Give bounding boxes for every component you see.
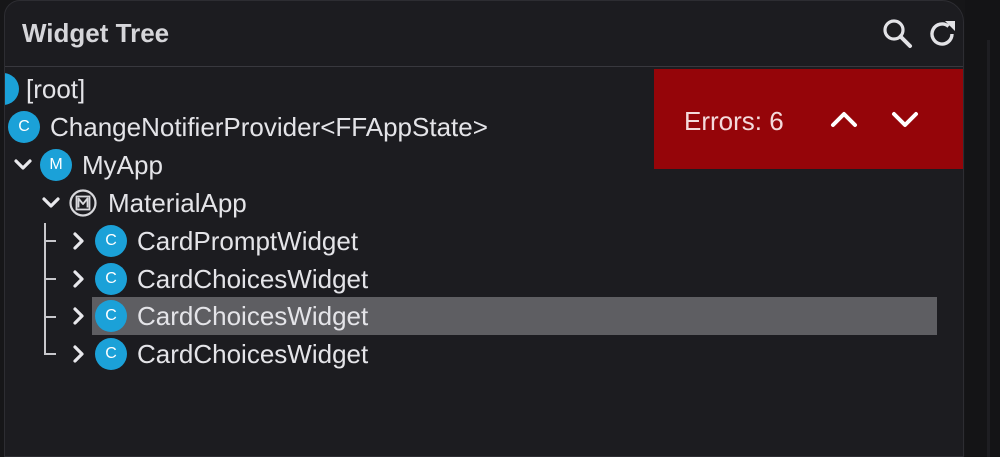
errors-count: Errors: 6 [684,106,784,136]
chevron-right-icon[interactable] [67,305,89,327]
panel-title: Widget Tree [22,18,170,48]
chevron-right-icon[interactable] [67,268,89,290]
badge-icon: C [95,300,127,332]
previous-error-button[interactable] [826,101,862,137]
material-app-icon [68,188,98,218]
refresh-icon [930,21,955,46]
node-label: CardChoicesWidget [137,263,369,294]
tree-node[interactable]: MaterialApp [40,184,247,222]
tree-guide-branch [44,353,56,355]
tree-guide-branch [44,316,56,318]
badge-icon: C [95,225,127,257]
next-error-button[interactable] [887,101,923,137]
node-label: MyApp [82,149,163,180]
tree-guide-branch [44,240,56,242]
badge-icon: C [8,111,40,143]
search-icon [883,19,912,48]
tree-node[interactable]: C ChangeNotifierProvider<FFAppState> [8,108,488,146]
tree-guide-vertical [44,223,46,355]
node-label: MaterialApp [108,187,247,218]
tree-node[interactable]: C CardChoicesWidget [67,335,368,373]
badge-icon: C [95,263,127,295]
tree-node-root[interactable]: [root] [5,70,86,108]
node-label: CardChoicesWidget [137,300,369,331]
chevron-right-icon[interactable] [67,343,89,365]
node-label: CardChoicesWidget [137,338,369,369]
search-button[interactable] [881,17,915,51]
panel-header: Widget Tree [5,1,963,67]
badge-icon: C [95,338,127,370]
tree-node[interactable]: C CardChoicesWidget [67,260,368,298]
chevron-up-icon [831,112,857,127]
tree-node[interactable]: C CardPromptWidget [67,222,358,260]
tree-node[interactable]: M MyApp [12,146,163,184]
chevron-down-icon[interactable] [40,192,62,214]
tree-node-selected[interactable]: C CardChoicesWidget [67,297,368,335]
node-label: ChangeNotifierProvider<FFAppState> [50,111,488,142]
node-label: [root] [26,73,86,104]
chevron-right-icon[interactable] [67,230,89,252]
adjacent-panel [965,0,1000,457]
widget-tree-panel: Widget Tree [root] C ChangeNotifierProvi… [4,0,964,457]
chevron-down-icon[interactable] [12,154,34,176]
errors-banner: Errors: 6 [654,69,963,169]
badge-icon [5,73,19,105]
tree-guide-branch [44,278,56,280]
refresh-button[interactable] [925,17,959,51]
badge-icon: M [40,149,72,181]
chevron-down-icon [892,112,918,127]
panel-divider [987,40,990,457]
node-label: CardPromptWidget [137,225,359,256]
